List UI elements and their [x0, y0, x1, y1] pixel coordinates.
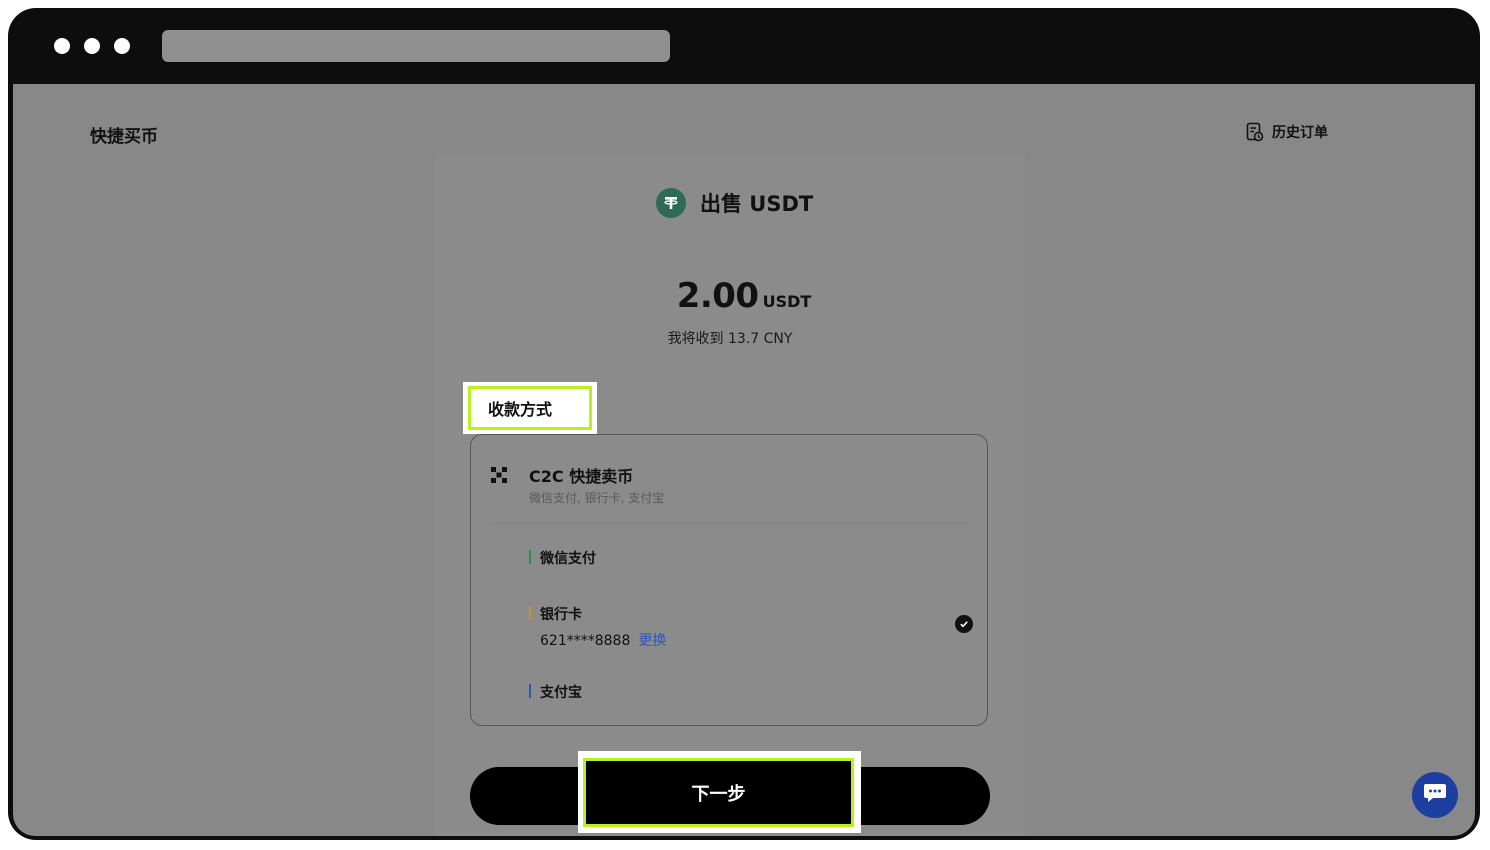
window-titlebar [8, 8, 1480, 84]
divider [491, 523, 969, 524]
next-step-frame[interactable]: 下一步 [583, 758, 854, 827]
alipay-accent-bar [529, 684, 531, 698]
browser-window: 快捷买币 历史订单 出售 USDT 2.00 USDT 我将收到 13.7 CN… [8, 8, 1480, 840]
payment-section-highlight: 收款方式 [463, 382, 597, 434]
c2c-provider-title: C2C 快捷卖币 [529, 467, 634, 486]
bank-card-row: 621****8888 更换 [540, 630, 666, 650]
history-orders-label: 历史订单 [1272, 125, 1328, 141]
wechat-accent-bar [529, 550, 531, 564]
history-orders-link[interactable]: 历史订单 [1246, 122, 1328, 142]
next-step-label: 下一步 [691, 783, 746, 805]
payment-method-bank-card[interactable]: 银行卡 621****8888 更换 [529, 604, 666, 650]
payment-method-label: 银行卡 [540, 607, 582, 623]
amount-display: 2.00 USDT [13, 276, 1475, 316]
history-orders-icon [1246, 122, 1264, 142]
chat-icon [1423, 782, 1447, 808]
sell-header: 出售 USDT [656, 188, 813, 218]
sell-title: 出售 USDT [700, 192, 814, 216]
amount-value: 2.00 [676, 276, 759, 316]
next-step-highlight[interactable]: 下一步 [578, 751, 861, 833]
window-minimize-dot[interactable] [84, 38, 100, 54]
bank-card-number: 621****8888 [540, 633, 631, 649]
page-content: 快捷买币 历史订单 出售 USDT 2.00 USDT 我将收到 13.7 CN… [13, 84, 1475, 836]
payment-method-alipay[interactable]: 支付宝 [529, 682, 582, 702]
bank-accent-bar [529, 606, 531, 620]
c2c-provider-subtitle: 微信支付, 银行卡, 支付宝 [529, 491, 665, 505]
payment-method-label: 支付宝 [540, 685, 582, 701]
payment-section-frame: 收款方式 [468, 386, 592, 430]
window-close-dot[interactable] [54, 38, 70, 54]
receive-amount: 我将收到 13.7 CNY [667, 331, 793, 347]
amount-unit: USDT [762, 292, 812, 311]
tether-icon [656, 188, 686, 218]
window-maximize-dot[interactable] [114, 38, 130, 54]
payment-section-label: 收款方式 [488, 400, 553, 419]
page-title: 快捷买币 [90, 127, 158, 147]
payment-method-label: 微信支付 [540, 551, 596, 567]
payment-methods-card: C2C 快捷卖币 微信支付, 银行卡, 支付宝 微信支付 银行卡 621****… [470, 434, 988, 726]
payment-method-wechat[interactable]: 微信支付 [529, 548, 596, 568]
change-card-link[interactable]: 更换 [638, 633, 666, 649]
selected-check-icon [955, 615, 973, 633]
chat-support-button[interactable] [1412, 772, 1458, 818]
c2c-logo-icon [491, 467, 507, 483]
address-bar[interactable] [162, 30, 670, 62]
